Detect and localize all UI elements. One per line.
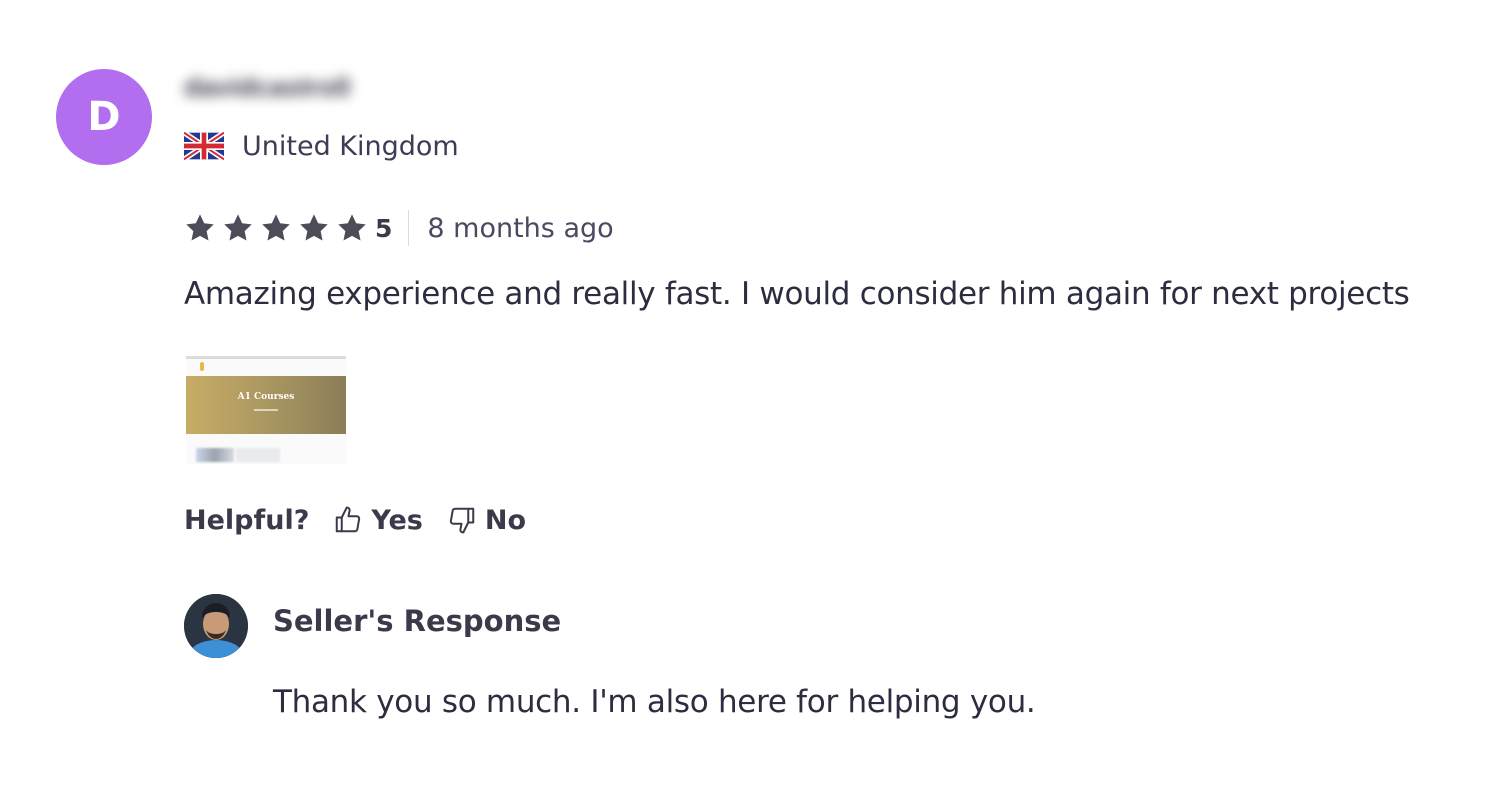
attachment-banner-subline xyxy=(254,409,278,411)
no-label: No xyxy=(484,504,527,536)
uk-flag-icon xyxy=(184,132,224,160)
attachment-banner: A1 Courses xyxy=(186,376,346,434)
seller-response-text: Thank you so much. I'm also here for hel… xyxy=(273,684,1036,720)
reviewer-avatar[interactable]: D xyxy=(56,69,152,165)
helpful-no-button[interactable]: No xyxy=(447,505,526,536)
star-icon xyxy=(262,214,290,241)
attachment-logo xyxy=(200,362,204,371)
star-icon xyxy=(300,214,328,241)
star-icon xyxy=(186,214,214,241)
seller-avatar xyxy=(184,594,248,658)
helpful-yes-button[interactable]: Yes xyxy=(333,504,423,536)
review-text: Amazing experience and really fast. I wo… xyxy=(184,276,1410,312)
rating-divider xyxy=(408,210,410,246)
yes-label: Yes xyxy=(371,504,423,536)
attachment-preview-image xyxy=(196,448,234,462)
review-card: D davidcastro0 United Kingdom 5 8 months… xyxy=(0,0,1499,792)
star-icon xyxy=(224,214,252,241)
attachment-preview-block xyxy=(236,448,280,462)
seller-photo xyxy=(184,594,248,658)
helpful-label: Helpful? xyxy=(184,504,310,536)
rating-value: 5 xyxy=(375,213,393,243)
review-time-ago: 8 months ago xyxy=(427,212,614,244)
thumbs-up-icon xyxy=(336,506,361,533)
reviewer-country: United Kingdom xyxy=(184,128,459,164)
seller-response-heading: Seller's Response xyxy=(273,604,562,638)
review-attachment-thumbnail[interactable]: A1 Courses xyxy=(186,356,346,464)
attachment-header-bar xyxy=(186,356,346,359)
star-rating xyxy=(184,212,374,244)
attachment-banner-title: A1 Courses xyxy=(237,392,295,402)
country-name: United Kingdom xyxy=(242,130,459,162)
rating-row: 5 8 months ago xyxy=(184,206,614,250)
thumbs-down-icon xyxy=(449,507,475,534)
star-icon xyxy=(338,214,366,241)
reviewer-username[interactable]: davidcastro0 xyxy=(184,68,394,106)
helpful-row: Helpful? Yes No xyxy=(184,500,550,540)
